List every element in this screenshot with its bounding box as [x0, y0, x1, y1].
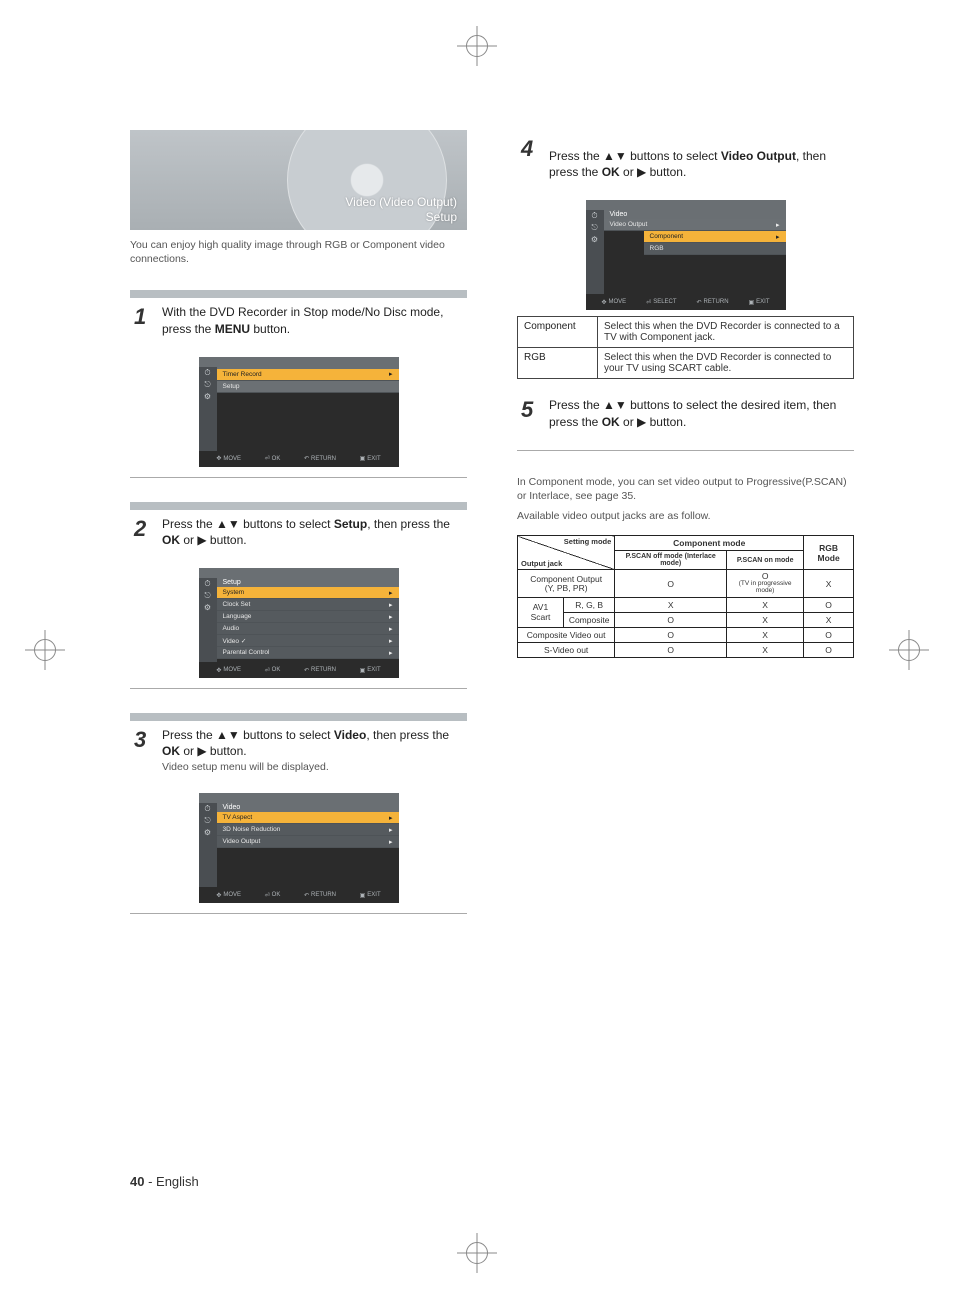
- page-footer: 40 - English: [130, 1174, 199, 1189]
- note-2: Available video output jacks are as foll…: [517, 509, 854, 523]
- move-icon: ✥: [216, 455, 221, 462]
- header-title-l2: Setup: [345, 210, 457, 224]
- section-header-graphic: Video (Video Output) Setup: [130, 130, 467, 230]
- crop-mark-bottom: [457, 1233, 497, 1273]
- output-definitions-table: Component Select this when the DVD Recor…: [517, 316, 854, 379]
- header-title-l1: Video (Video Output): [345, 195, 457, 209]
- return-icon: ↶: [304, 455, 309, 462]
- step-2: 2 Press the ▲▼ buttons to select Setup, …: [130, 502, 467, 548]
- crop-mark-left: [25, 630, 65, 670]
- clock-icon: ⏱: [204, 369, 210, 377]
- step-number: 1: [134, 304, 146, 330]
- step-5: 5 Press the ▲▼ buttons to select the des…: [517, 391, 854, 429]
- crop-mark-right: [889, 630, 929, 670]
- step-4: 4 Press the ▲▼ buttons to select Video O…: [517, 130, 854, 180]
- note-1: In Component mode, you can set video out…: [517, 475, 854, 503]
- exit-icon: ▣: [360, 455, 366, 462]
- ok-icon: ⏎: [265, 455, 270, 462]
- osd-video-output-menu: ⏱⎋⚙ Video Video Output▸ Component▸ RGB ✥…: [586, 200, 786, 310]
- video-output-matrix: Setting mode Output jack Component mode …: [517, 535, 854, 658]
- crop-mark-top: [457, 26, 497, 66]
- osd-video-menu: ⏱⎋⚙ Video TV Aspect▸ 3D Noise Reduction▸…: [199, 793, 399, 903]
- intro-text: You can enjoy high quality image through…: [130, 238, 467, 266]
- step-3: 3 Press the ▲▼ buttons to select Video, …: [130, 713, 467, 773]
- step-1: 1 With the DVD Recorder in Stop mode/No …: [130, 290, 467, 336]
- osd-main-menu: ⏱⎋⚙ Timer Record▸ Setup ✥MOVE ⏎OK ↶RETUR…: [199, 357, 399, 467]
- av-icon: ⎋: [204, 381, 210, 389]
- osd-setup-menu: ⏱⎋⚙ Setup System▸ Clock Set▸ Language▸ A…: [199, 568, 399, 678]
- gear-icon: ⚙: [204, 393, 211, 401]
